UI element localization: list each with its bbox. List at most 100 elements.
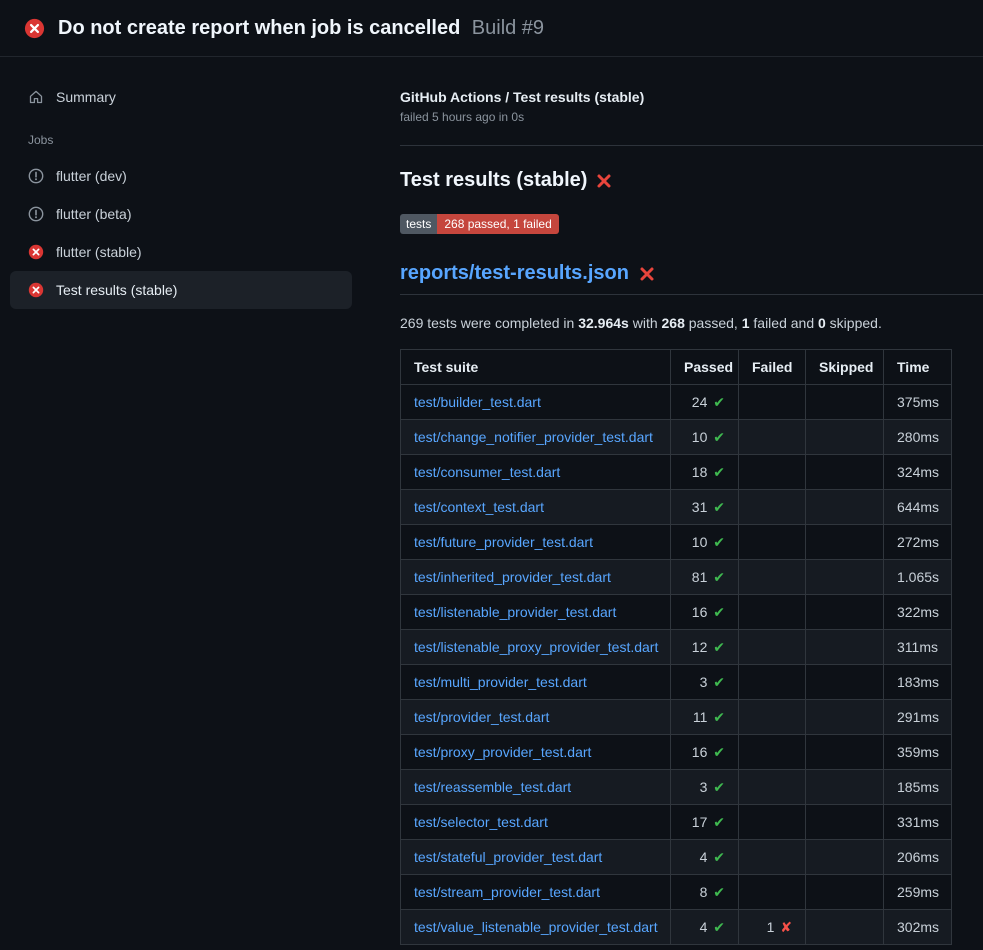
skipped-cell	[806, 420, 884, 455]
check-icon: ✔	[713, 814, 725, 830]
failed-cell	[739, 385, 806, 420]
time-cell: 302ms	[884, 910, 952, 945]
failed-cell	[739, 595, 806, 630]
jobs-heading: Jobs	[0, 115, 360, 157]
suite-cell: test/multi_provider_test.dart	[401, 665, 671, 700]
test-suite-link[interactable]: test/inherited_provider_test.dart	[414, 569, 611, 585]
summary-segment: 0	[818, 315, 826, 331]
sidebar-item-test-results-stable[interactable]: Test results (stable)	[10, 271, 352, 309]
failed-cell	[739, 560, 806, 595]
summary-line: 269 tests were completed in 32.964s with…	[400, 315, 983, 331]
test-suite-link[interactable]: test/selector_test.dart	[414, 814, 548, 830]
test-suite-link[interactable]: test/consumer_test.dart	[414, 464, 560, 480]
check-icon: ✔	[713, 779, 725, 795]
summary-segment: 1	[742, 315, 750, 331]
x-circle-icon	[28, 282, 44, 298]
jobs-list: flutter (dev)flutter (beta) flutter (stab…	[0, 157, 360, 309]
skipped-cell	[806, 525, 884, 560]
test-suite-link[interactable]: test/stateful_provider_test.dart	[414, 849, 602, 865]
suite-cell: test/provider_test.dart	[401, 700, 671, 735]
run-title-wrap: Do not create report when job is cancell…	[58, 17, 544, 40]
skipped-cell	[806, 735, 884, 770]
summary-segment: failed and	[750, 315, 819, 331]
col-failed: Failed	[739, 350, 806, 385]
passed-cell: 8 ✔	[671, 875, 739, 910]
time-cell: 644ms	[884, 490, 952, 525]
table-row: test/selector_test.dart 17 ✔ 331ms	[401, 805, 952, 840]
check-icon: ✔	[713, 464, 725, 480]
table-row: test/proxy_provider_test.dart16 ✔359ms	[401, 735, 952, 770]
test-suite-link[interactable]: test/listenable_proxy_provider_test.dart	[414, 639, 658, 655]
section-title: Test results (stable)	[400, 169, 983, 192]
results-table: Test suite Passed Failed Skipped Time te…	[400, 349, 952, 945]
alert-circle-icon	[28, 206, 44, 222]
summary-segment: 269 tests were completed in	[400, 315, 578, 331]
skipped-cell	[806, 665, 884, 700]
sidebar: Summary Jobs flutter (dev)flutter (beta)…	[0, 57, 360, 309]
failed-cell	[739, 805, 806, 840]
run-title: Do not create report when job is cancell…	[58, 17, 460, 39]
test-suite-link[interactable]: test/provider_test.dart	[414, 709, 549, 725]
sidebar-item-flutter-beta[interactable]: flutter (beta)	[10, 195, 352, 233]
sidebar-item-flutter-stable[interactable]: flutter (stable)	[10, 233, 352, 271]
home-icon	[28, 89, 44, 105]
passed-cell: 17 ✔	[671, 805, 739, 840]
passed-cell: 10 ✔	[671, 420, 739, 455]
time-cell: 331ms	[884, 805, 952, 840]
test-suite-link[interactable]: test/future_provider_test.dart	[414, 534, 593, 550]
results-table-body: test/builder_test.dart24 ✔375mstest/chan…	[401, 385, 952, 945]
report-link[interactable]: reports/test-results.json	[400, 262, 629, 285]
test-suite-link[interactable]: test/reassemble_test.dart	[414, 779, 571, 795]
skipped-cell	[806, 875, 884, 910]
suite-cell: test/value_listenable_provider_test.dart	[401, 910, 671, 945]
test-suite-link[interactable]: test/stream_provider_test.dart	[414, 884, 600, 900]
check-icon: ✔	[713, 919, 725, 935]
suite-cell: test/proxy_provider_test.dart	[401, 735, 671, 770]
check-icon: ✔	[713, 639, 725, 655]
tests-badge: tests 268 passed, 1 failed	[400, 214, 559, 234]
failed-cell	[739, 490, 806, 525]
time-cell: 375ms	[884, 385, 952, 420]
col-time: Time	[884, 350, 952, 385]
skipped-cell	[806, 770, 884, 805]
test-suite-link[interactable]: test/listenable_provider_test.dart	[414, 604, 616, 620]
summary-label: Summary	[56, 89, 116, 105]
test-suite-link[interactable]: test/proxy_provider_test.dart	[414, 744, 591, 760]
skipped-cell	[806, 840, 884, 875]
time-cell: 322ms	[884, 595, 952, 630]
sidebar-item-summary[interactable]: Summary	[0, 79, 360, 115]
section-title-text: Test results (stable)	[400, 169, 587, 192]
failed-cell	[739, 770, 806, 805]
passed-cell: 12 ✔	[671, 630, 739, 665]
test-suite-link[interactable]: test/context_test.dart	[414, 499, 544, 515]
job-label: flutter (stable)	[56, 244, 142, 260]
breadcrumb: GitHub Actions / Test results (stable)	[400, 89, 983, 105]
failed-cell	[739, 630, 806, 665]
check-icon: ✔	[713, 744, 725, 760]
passed-cell: 81 ✔	[671, 560, 739, 595]
table-row: test/multi_provider_test.dart3 ✔183ms	[401, 665, 952, 700]
test-suite-link[interactable]: test/builder_test.dart	[414, 394, 541, 410]
test-suite-link[interactable]: test/multi_provider_test.dart	[414, 674, 587, 690]
page-layout: Summary Jobs flutter (dev)flutter (beta)…	[0, 57, 983, 945]
failed-cell	[739, 875, 806, 910]
failed-cell: 1 ✘	[739, 910, 806, 945]
time-cell: 359ms	[884, 735, 952, 770]
skipped-cell	[806, 560, 884, 595]
time-cell: 280ms	[884, 420, 952, 455]
col-test-suite: Test suite	[401, 350, 671, 385]
badge-label: tests	[400, 214, 437, 234]
alert-circle-icon	[28, 168, 44, 184]
test-suite-link[interactable]: test/change_notifier_provider_test.dart	[414, 429, 653, 445]
failed-x-icon	[639, 266, 655, 282]
results-table-head: Test suite Passed Failed Skipped Time	[401, 350, 952, 385]
table-row: test/future_provider_test.dart10 ✔272ms	[401, 525, 952, 560]
test-suite-link[interactable]: test/value_listenable_provider_test.dart	[414, 919, 658, 935]
sidebar-item-flutter-dev[interactable]: flutter (dev)	[10, 157, 352, 195]
table-row: test/stateful_provider_test.dart4 ✔206ms	[401, 840, 952, 875]
suite-cell: test/future_provider_test.dart	[401, 525, 671, 560]
table-row: test/stream_provider_test.dart8 ✔259ms	[401, 875, 952, 910]
suite-cell: test/context_test.dart	[401, 490, 671, 525]
failed-cell	[739, 840, 806, 875]
table-row: test/value_listenable_provider_test.dart…	[401, 910, 952, 945]
